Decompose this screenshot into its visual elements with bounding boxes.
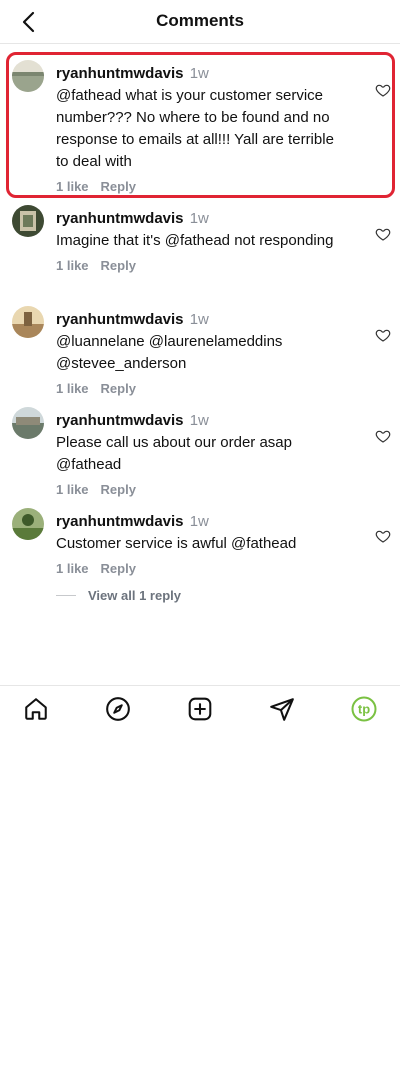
explore-icon [106, 697, 130, 721]
avatar[interactable] [12, 306, 44, 338]
heart-icon[interactable] [375, 528, 391, 544]
comment-time: 1w [189, 311, 209, 328]
avatar[interactable] [12, 407, 44, 439]
bottom-nav: tp [0, 685, 400, 731]
comment-username[interactable]: ryanhuntmwdavis [56, 513, 184, 530]
reply-button[interactable]: Reply [101, 482, 136, 497]
like-count[interactable]: 1 like [56, 561, 89, 576]
comment-text: Imagine that it's @fathead not respondin… [56, 232, 334, 249]
comment-username[interactable]: ryanhuntmwdavis [56, 210, 184, 227]
reply-button[interactable]: Reply [101, 381, 136, 396]
heart-icon[interactable] [375, 327, 391, 343]
nav-messages[interactable] [268, 695, 296, 723]
messages-icon [270, 698, 294, 721]
header: Comments [0, 0, 400, 44]
profile-icon: tp [351, 696, 377, 722]
like-count[interactable]: 1 like [56, 381, 89, 396]
heart-icon[interactable] [375, 226, 391, 242]
profile-initials: tp [358, 702, 370, 717]
comment-time: 1w [189, 412, 209, 429]
highlight-box [6, 52, 395, 198]
nav-create[interactable] [186, 695, 214, 723]
comment-time: 1w [189, 513, 209, 530]
comment-text: Please call us about our order asap @fat… [56, 434, 292, 473]
comment-text: Customer service is awful @fathead [56, 535, 297, 552]
reply-button[interactable]: Reply [101, 561, 136, 576]
avatar[interactable] [12, 508, 44, 540]
view-replies-label: View all 1 reply [88, 588, 181, 603]
comment-text: @luannelane @laurenelameddins @stevee_an… [56, 333, 283, 372]
view-replies-button[interactable]: View all 1 reply [56, 588, 181, 603]
nav-profile[interactable]: tp [350, 695, 378, 723]
home-icon [25, 698, 47, 720]
nav-home[interactable] [22, 695, 50, 723]
reply-divider [56, 595, 76, 596]
create-icon [188, 697, 212, 721]
page-title: Comments [156, 11, 244, 30]
comment-time: 1w [189, 210, 209, 227]
comment-username[interactable]: ryanhuntmwdavis [56, 412, 184, 429]
avatar[interactable] [12, 205, 44, 237]
heart-icon[interactable] [375, 428, 391, 444]
like-count[interactable]: 1 like [56, 482, 89, 497]
like-count[interactable]: 1 like [56, 258, 89, 273]
reply-button[interactable]: Reply [101, 258, 136, 273]
comment-username[interactable]: ryanhuntmwdavis [56, 311, 184, 328]
nav-explore[interactable] [104, 695, 132, 723]
